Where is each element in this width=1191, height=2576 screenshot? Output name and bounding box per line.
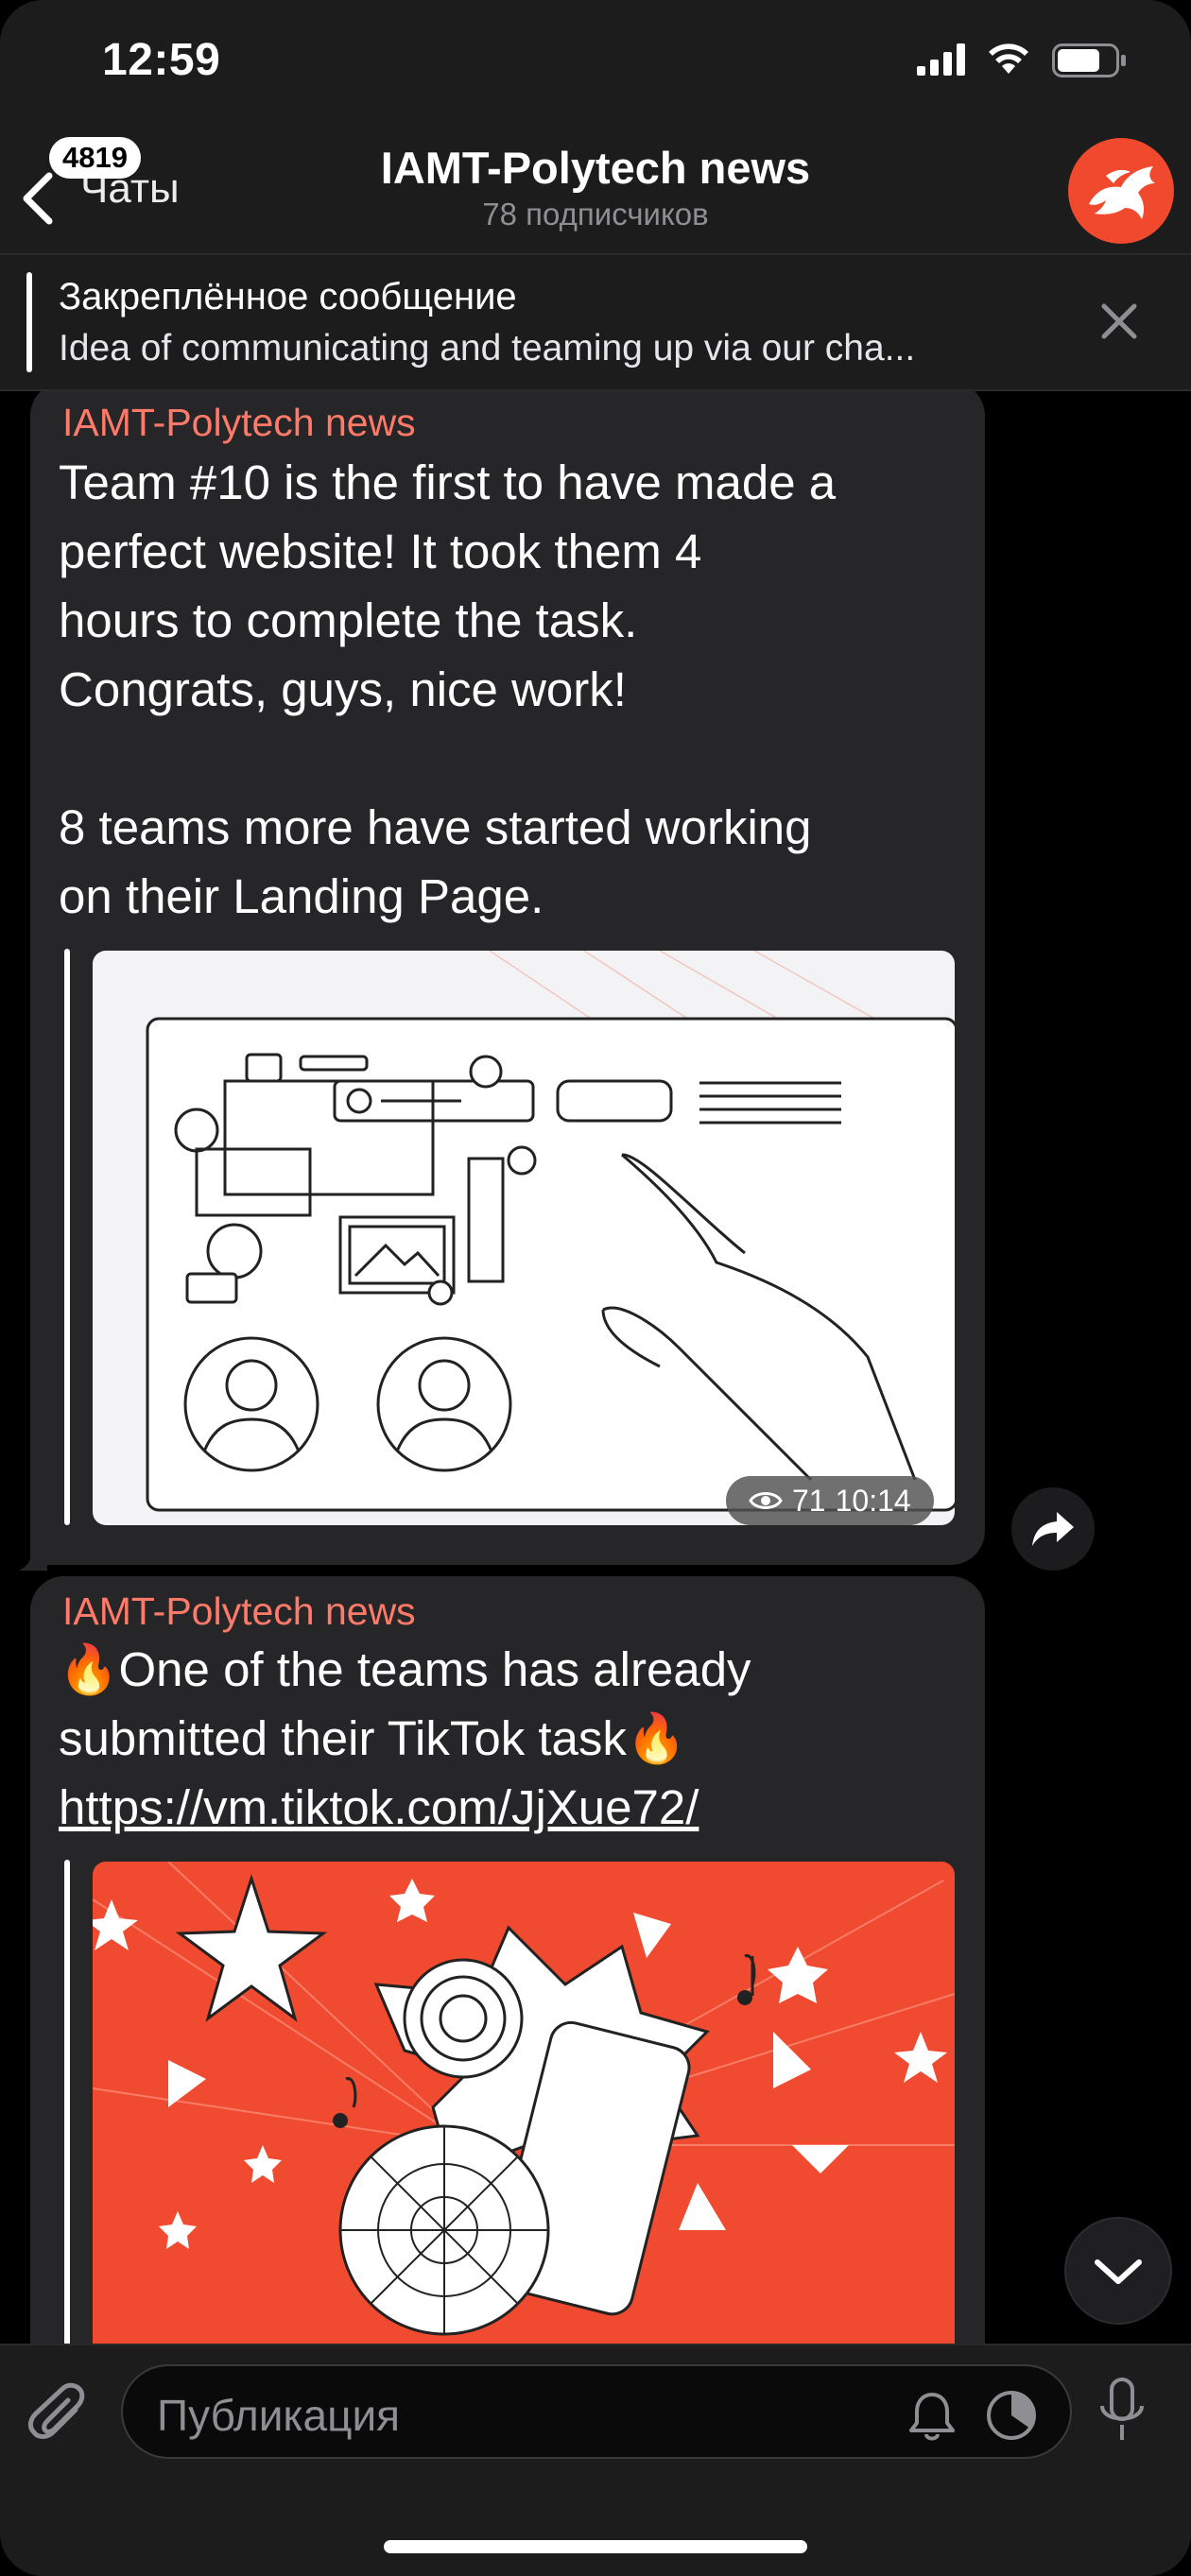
message-sender[interactable]: IAMT-Polytech news (62, 401, 416, 445)
message-input[interactable]: Публикация (121, 2364, 1072, 2459)
message-input-placeholder: Публикация (157, 2391, 401, 2440)
link-preview-image[interactable] (93, 951, 955, 1525)
message-time: 10:14 (835, 1484, 911, 1518)
chevron-down-icon (1095, 2259, 1142, 2284)
wifi-icon (989, 43, 1028, 74)
signal-icon (917, 43, 965, 76)
bell-icon[interactable] (904, 2387, 960, 2444)
message-text: Team #10 is the first to have made a per… (59, 455, 837, 923)
message-bubble[interactable]: IAMT-Polytech news Team #10 is the first… (30, 391, 985, 1565)
pinned-title: Закреплённое сообщение (59, 276, 517, 318)
battery-icon (1052, 43, 1126, 77)
horse-logo-icon (1089, 166, 1155, 219)
bubble-tail (19, 1542, 47, 1571)
website-illustration (146, 951, 955, 1512)
pinned-text: Idea of communicating and teaming up via… (59, 328, 916, 369)
tiktok-illustration (93, 1862, 955, 2336)
link-preview-bar (64, 1860, 70, 2344)
view-counter: 71 10:14 (726, 1476, 934, 1525)
message-sender[interactable]: IAMT-Polytech news (62, 1589, 416, 1634)
status-bar: 12:59 (0, 0, 1191, 132)
home-indicator[interactable] (384, 2540, 807, 2553)
share-button[interactable] (1011, 1487, 1095, 1571)
message-bubble[interactable]: IAMT-Polytech news 🔥One of the teams has… (30, 1576, 985, 2344)
microphone-icon[interactable] (1096, 2376, 1148, 2447)
link-preview-bar (64, 949, 70, 1525)
channel-avatar[interactable] (1068, 138, 1174, 244)
subscriber-count: 78 подписчиков (482, 197, 709, 232)
view-count: 71 (792, 1484, 826, 1518)
timer-icon[interactable] (983, 2387, 1040, 2444)
message-list[interactable]: IAMT-Polytech news Team #10 is the first… (0, 391, 1191, 2344)
composer-bar: Публикация (0, 2344, 1191, 2576)
channel-title[interactable]: IAMT-Polytech news (0, 142, 1191, 194)
close-icon[interactable] (1098, 301, 1140, 342)
eye-icon (749, 1492, 783, 1509)
paperclip-icon[interactable] (26, 2381, 93, 2447)
share-arrow-icon (1032, 1512, 1074, 1546)
chat-header: Чаты 4819 IAMT-Polytech news 78 подписчи… (0, 132, 1191, 255)
message-text: 🔥One of the teams has already submitted … (59, 1642, 751, 1765)
scroll-down-button[interactable] (1064, 2217, 1172, 2325)
link-preview-image[interactable] (93, 1862, 955, 2344)
status-time: 12:59 (102, 35, 221, 85)
pinned-message-bar[interactable]: Закреплённое сообщение Idea of communica… (0, 255, 1191, 391)
pinned-indicator (26, 272, 32, 372)
screen: 12:59 Чаты 4819 IAMT-Polytech news 78 по… (0, 0, 1191, 2576)
message-link[interactable]: https://vm.tiktok.com/JjXue72/ (59, 1773, 699, 1842)
